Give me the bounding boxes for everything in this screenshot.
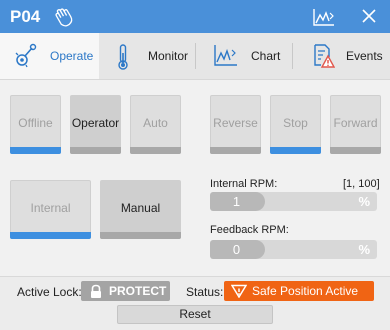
status-badge: Safe Position Active (224, 281, 374, 301)
tab-bar: Operate Monitor Chart Events (0, 33, 390, 80)
auto-indicator (130, 147, 181, 154)
trend-chart-icon[interactable] (312, 7, 336, 27)
events-warning-icon (314, 44, 335, 68)
status-label: Status: (186, 285, 224, 299)
tab-events-label: Events (346, 49, 383, 63)
reverse-label: Reverse (213, 116, 258, 130)
tab-monitor-label: Monitor (148, 49, 189, 63)
operator-button[interactable]: Operator (70, 95, 121, 154)
feedback-rpm-unit: % (358, 242, 370, 257)
offline-label: Offline (18, 116, 53, 130)
lock-value: PROTECT (109, 284, 167, 298)
reset-button[interactable]: Reset (117, 305, 273, 324)
manual-indicator (100, 232, 181, 239)
operator-label: Operator (71, 116, 120, 130)
offline-indicator (10, 147, 61, 154)
tab-chart[interactable]: Chart (196, 33, 291, 79)
manual-label: Manual (120, 201, 161, 215)
thermometer-icon (118, 44, 128, 70)
auto-label: Auto (143, 116, 168, 130)
reverse-indicator (210, 147, 261, 154)
tab-events[interactable]: Events (293, 33, 390, 79)
stop-indicator (270, 147, 321, 154)
tab-operate-label: Operate (50, 49, 94, 63)
operator-indicator (70, 147, 121, 154)
forward-label: Forward (333, 116, 378, 130)
status-value: Safe Position Active (252, 284, 359, 298)
internal-rpm-label: Internal RPM: (210, 178, 278, 190)
title-bar: P04 (0, 0, 390, 33)
active-lock-label: Active Lock: (17, 285, 82, 299)
tab-operate[interactable]: Operate (0, 33, 99, 79)
tab-chart-label: Chart (251, 49, 281, 63)
auto-button[interactable]: Auto (130, 95, 181, 154)
manual-button[interactable]: Manual (100, 180, 181, 239)
forward-indicator (330, 147, 381, 154)
offline-button[interactable]: Offline (10, 95, 61, 154)
lock-icon (91, 284, 101, 298)
operate-icon (15, 43, 37, 68)
feedback-rpm-display: 0 % (210, 240, 377, 259)
warning-triangle-icon (231, 284, 247, 298)
internal-rpm-value: 1 (232, 194, 241, 209)
internal-button[interactable]: Internal (10, 180, 91, 239)
stop-button[interactable]: Stop (270, 95, 321, 154)
internal-rpm-range: [1, 100] (343, 178, 380, 190)
close-icon[interactable] (357, 4, 381, 28)
lock-badge: PROTECT (81, 281, 170, 301)
hand-icon[interactable] (53, 6, 75, 28)
chart-icon (214, 45, 237, 66)
internal-rpm-input[interactable]: 1 % (210, 192, 377, 211)
internal-label: Internal (30, 201, 71, 215)
faceplate-title: P04 (10, 7, 41, 26)
stop-label: Stop (283, 116, 308, 130)
tab-monitor[interactable]: Monitor (100, 33, 195, 79)
feedback-rpm-value: 0 (232, 242, 241, 257)
reverse-button[interactable]: Reverse (210, 95, 261, 154)
internal-indicator (10, 232, 91, 239)
internal-rpm-unit: % (358, 194, 370, 209)
forward-button[interactable]: Forward (330, 95, 381, 154)
feedback-rpm-label: Feedback RPM: (210, 224, 289, 236)
